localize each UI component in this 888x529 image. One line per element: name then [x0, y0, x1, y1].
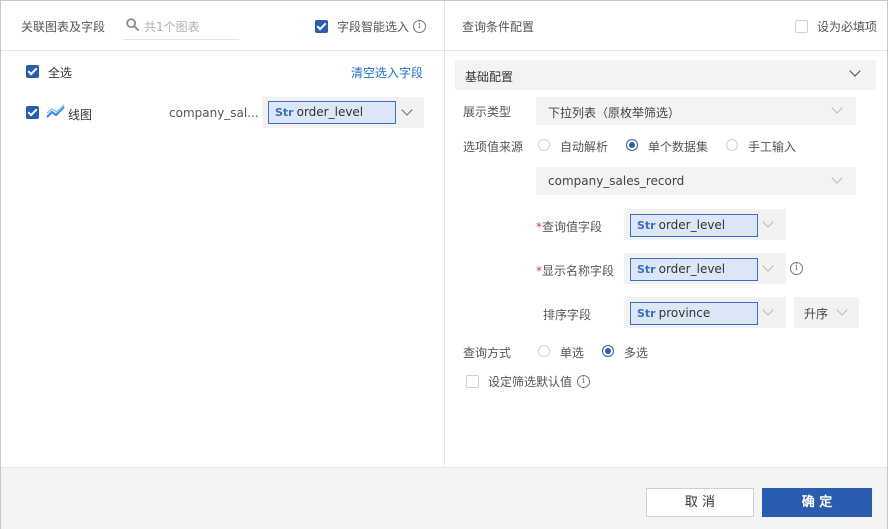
source-label: 选项值来源 [463, 140, 524, 154]
chevron-down-icon [831, 102, 843, 114]
clear-selected-fields-link[interactable]: 清空选入字段 [351, 64, 423, 81]
display-field-label: *显示名称字段 [536, 262, 614, 279]
chevron-down-icon[interactable] [849, 65, 861, 77]
field-type-badge: Str [637, 263, 656, 276]
field-chip: Str order_level [630, 214, 758, 237]
search-placeholder: 共1个图表 [144, 20, 200, 34]
field-chip: Str order_level [268, 101, 396, 124]
source-option-manual: 手工输入 [748, 140, 797, 154]
sort-field-label: 排序字段 [543, 308, 592, 322]
field-type-badge: Str [275, 106, 294, 119]
source-radio-auto[interactable] [538, 139, 550, 151]
query-field-label-text: 查询值字段 [542, 220, 603, 234]
field-name: order_level [658, 262, 726, 276]
query-mode-single: 单选 [560, 346, 585, 360]
info-icon[interactable]: i [413, 20, 426, 33]
display-field-select[interactable]: Str order_level [624, 253, 786, 284]
query-condition-panel: 查询条件配置 设为必填项 基础配置 展示类型 下拉列表（原枚举筛选） 选项值来源… [445, 1, 888, 467]
field-name: province [658, 306, 711, 320]
chevron-down-icon[interactable] [762, 216, 774, 228]
display-type-value: 下拉列表（原枚举筛选） [548, 106, 681, 120]
search-icon [126, 18, 139, 31]
chevron-down-icon[interactable] [762, 304, 774, 316]
required-checkbox[interactable] [795, 20, 808, 33]
query-condition-header: 查询条件配置 设为必填项 [445, 1, 887, 51]
field-type-badge: Str [637, 219, 656, 232]
smart-select-checkbox[interactable] [315, 20, 328, 33]
query-config-dialog: 关联图表及字段 共1个图表 字段智能选入 i 全选 清空选入字段 线图 comp… [0, 0, 888, 529]
cancel-button[interactable]: 取 消 [646, 488, 754, 517]
display-type-select[interactable]: 下拉列表（原枚举筛选） [536, 97, 856, 125]
default-value-label: 设定筛选默认值 [488, 375, 573, 389]
field-name: order_level [658, 218, 726, 232]
chart-field-select[interactable]: Str order_level [262, 97, 424, 128]
required-label: 设为必填项 [817, 20, 878, 34]
sort-field-select[interactable]: Str province [624, 297, 786, 328]
field-name: order_level [296, 105, 364, 119]
chevron-down-icon [836, 304, 848, 316]
source-radio-dataset[interactable] [626, 139, 638, 151]
query-field-select[interactable]: Str order_level [624, 209, 786, 240]
source-option-dataset: 单个数据集 [648, 140, 709, 154]
chart-search-input[interactable]: 共1个图表 [123, 10, 239, 40]
linked-charts-header: 关联图表及字段 共1个图表 字段智能选入 i [1, 1, 444, 51]
chart-checkbox[interactable] [26, 106, 39, 119]
section-title: 基础配置 [465, 70, 514, 84]
sort-order-value: 升序 [804, 307, 829, 321]
query-mode-label: 查询方式 [463, 346, 512, 360]
chevron-down-icon[interactable] [762, 260, 774, 272]
dataset-value: company_sales_record [548, 174, 685, 188]
basic-config-section[interactable]: 基础配置 [455, 60, 876, 90]
chevron-down-icon [831, 172, 843, 184]
info-icon[interactable]: i [577, 375, 590, 388]
ok-button[interactable]: 确 定 [762, 488, 872, 517]
query-mode-radio-single[interactable] [538, 345, 550, 357]
linked-charts-panel: 关联图表及字段 共1个图表 字段智能选入 i 全选 清空选入字段 线图 comp… [1, 1, 445, 467]
linked-charts-title: 关联图表及字段 [21, 20, 106, 34]
smart-select-label: 字段智能选入 [337, 20, 410, 34]
sort-order-select[interactable]: 升序 [794, 297, 859, 328]
field-chip: Str order_level [630, 258, 758, 281]
info-icon[interactable]: i [790, 262, 803, 275]
select-all-checkbox[interactable] [26, 65, 39, 78]
chart-name: 线图 [68, 108, 93, 122]
source-radio-manual[interactable] [726, 139, 738, 151]
chart-dataset-name: company_sal... [169, 106, 259, 120]
query-mode-multi: 多选 [624, 346, 649, 360]
line-chart-icon [46, 104, 65, 118]
source-option-auto: 自动解析 [560, 140, 609, 154]
display-type-label: 展示类型 [463, 105, 512, 119]
chevron-down-icon[interactable] [401, 104, 413, 116]
select-all-label: 全选 [48, 66, 73, 80]
field-chip: Str province [630, 302, 758, 325]
default-value-checkbox[interactable] [466, 375, 479, 388]
dialog-footer: 取 消 确 定 [1, 467, 887, 529]
query-field-label: *查询值字段 [536, 218, 602, 235]
dataset-select[interactable]: company_sales_record [536, 167, 856, 195]
query-condition-title: 查询条件配置 [462, 20, 535, 34]
query-mode-radio-multi[interactable] [602, 345, 614, 357]
field-type-badge: Str [637, 307, 656, 320]
display-field-label-text: 显示名称字段 [542, 264, 615, 278]
